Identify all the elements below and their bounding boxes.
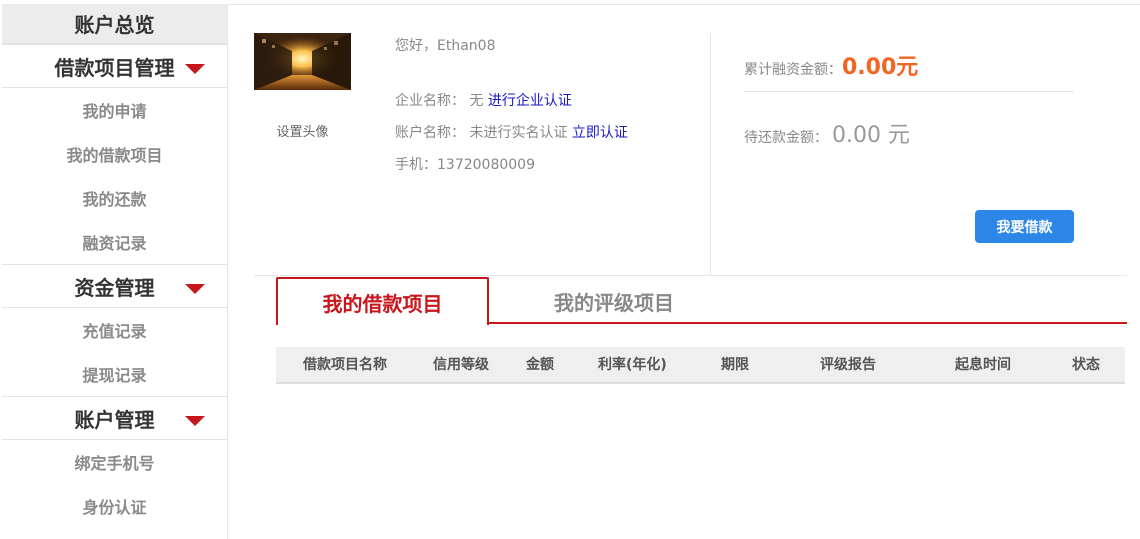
- account-value: 未进行实名认证: [469, 125, 568, 141]
- sidebar-section-label: 资金管理: [74, 275, 155, 300]
- total-financing-row: 累计融资金额：0.00元: [744, 49, 918, 81]
- sidebar-section-account-management[interactable]: 账户管理: [2, 396, 227, 440]
- vertical-divider: [710, 33, 711, 275]
- sidebar-item-my-loan-projects[interactable]: 我的借款项目: [2, 132, 227, 176]
- sidebar-item-my-applications[interactable]: 我的申请: [2, 88, 227, 132]
- column-header-rating-report: 评级报告: [820, 357, 876, 373]
- column-header-start-date: 起息时间: [955, 357, 1011, 373]
- company-value: 无: [469, 93, 484, 109]
- pending-repayment-label: 待还款金额：: [744, 130, 828, 146]
- column-header-interest-rate: 利率(年化): [598, 357, 667, 373]
- avatar[interactable]: [254, 33, 351, 90]
- column-header-credit-rating: 信用等级: [433, 357, 489, 373]
- account-verify-link[interactable]: 立即认证: [572, 125, 628, 141]
- caret-down-icon: [185, 416, 205, 426]
- caret-down-icon: [185, 284, 205, 294]
- column-header-project-name: 借款项目名称: [303, 357, 387, 373]
- sidebar-section-fund-management[interactable]: 资金管理: [2, 264, 227, 308]
- sidebar-section-label: 借款项目管理: [54, 55, 175, 80]
- sidebar-section-loan-project-management[interactable]: 借款项目管理: [2, 44, 227, 88]
- account-row: 账户名称： 未进行实名认证 立即认证: [395, 122, 628, 142]
- sidebar-item-recharge-records[interactable]: 充值记录: [2, 308, 227, 352]
- column-header-status: 状态: [1072, 357, 1100, 373]
- column-header-amount: 金额: [526, 357, 554, 373]
- sidebar-item-withdrawal-records[interactable]: 提现记录: [2, 352, 227, 396]
- sidebar-title-account-overview[interactable]: 账户总览: [2, 4, 227, 44]
- stats-divider: [744, 91, 1074, 92]
- account-label: 账户名称：: [395, 125, 465, 141]
- phone-text: 手机：13720080009: [395, 157, 535, 173]
- sidebar: 账户总览 借款项目管理 我的申请 我的借款项目 我的还款 融资记录 资金管理 充…: [2, 4, 228, 539]
- apply-loan-button[interactable]: 我要借款: [975, 210, 1074, 243]
- avatar-image: [254, 33, 351, 90]
- sidebar-item-bind-phone[interactable]: 绑定手机号: [2, 440, 227, 484]
- greeting-text: 您好，Ethan08: [395, 38, 496, 54]
- sidebar-item-my-repayments[interactable]: 我的还款: [2, 176, 227, 220]
- sidebar-item-financing-records[interactable]: 融资记录: [2, 220, 227, 264]
- main-content: 设置头像 您好，Ethan08 企业名称： 无 进行企业认证 账户名称： 未进行…: [229, 4, 1140, 539]
- company-label: 企业名称：: [395, 93, 465, 109]
- total-financing-value: 0.00元: [842, 55, 919, 80]
- company-row: 企业名称： 无 进行企业认证: [395, 90, 572, 110]
- table-header: 借款项目名称 信用等级 金额 利率(年化) 期限 评级报告 起息时间 状态: [276, 347, 1125, 384]
- column-header-term: 期限: [721, 357, 749, 373]
- pending-repayment-row: 待还款金额： 0.00 元: [744, 117, 910, 149]
- section-separator: [254, 275, 1127, 276]
- sidebar-item-identity-verification[interactable]: 身份认证: [2, 484, 227, 528]
- tab-my-rating-projects[interactable]: 我的评级项目: [519, 277, 709, 325]
- caret-down-icon: [185, 64, 205, 74]
- total-financing-label: 累计融资金额：: [744, 62, 842, 78]
- pending-repayment-value: 0.00 元: [832, 123, 910, 148]
- set-avatar-link[interactable]: 设置头像: [254, 121, 351, 140]
- tab-my-loan-projects[interactable]: 我的借款项目: [276, 277, 489, 325]
- sidebar-section-label: 账户管理: [74, 407, 155, 432]
- company-verify-link[interactable]: 进行企业认证: [488, 93, 572, 109]
